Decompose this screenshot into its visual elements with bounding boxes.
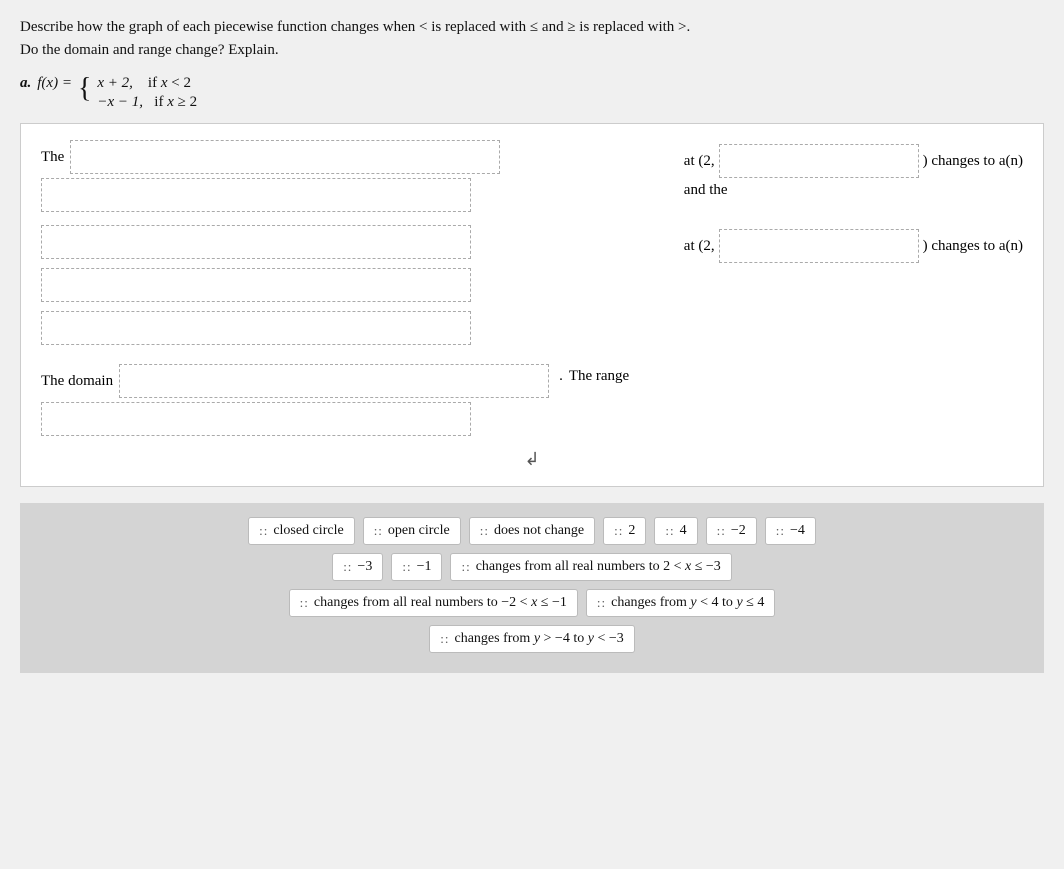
fill-second-box3[interactable]	[41, 311, 471, 345]
fill-second-box2[interactable]	[41, 268, 471, 302]
chip-dots: ::	[343, 559, 352, 575]
chip-changes-allreal-2[interactable]: :: changes from all real numbers to 2 < …	[450, 553, 731, 581]
chip-label: open circle	[388, 523, 450, 539]
chip-label: 2	[628, 523, 635, 539]
chip-neg-one[interactable]: :: −1	[391, 553, 442, 581]
chip-neg-two[interactable]: :: −2	[706, 517, 757, 545]
piece1-expr: x + 2,	[97, 75, 133, 91]
the-label: The	[41, 149, 64, 166]
fill-domain-box[interactable]	[119, 364, 549, 398]
fill-the-box2[interactable]	[41, 178, 471, 212]
at-2b-label: at (2,	[684, 238, 715, 255]
piece1: x + 2, if x < 2	[97, 75, 197, 92]
chip-label: −4	[790, 523, 805, 539]
instruction-line2: Do the domain and range change? Explain.	[20, 39, 1044, 62]
domain-label: The domain	[41, 373, 113, 390]
cursor-indicator: ↲	[41, 449, 1023, 470]
function-name: f(x) =	[37, 75, 72, 92]
chip-dots: ::	[776, 523, 785, 539]
chip-label: changes from all real numbers to −2 < x …	[314, 595, 567, 611]
chip-dots: ::	[665, 523, 674, 539]
chip-dots: ::	[259, 523, 268, 539]
changes-to-an-label: ) changes to a(n)	[923, 153, 1023, 170]
chip-changes-allreal-neg2[interactable]: :: changes from all real numbers to −2 <…	[289, 589, 578, 617]
domain-range-section: The domain . The range	[41, 364, 1023, 441]
chip-label: closed circle	[273, 523, 343, 539]
chip-label: changes from y > −4 to y < −3	[455, 631, 624, 647]
drag-chips-area: :: closed circle :: open circle :: does …	[20, 503, 1044, 673]
chip-dots: ::	[440, 631, 449, 647]
piece1-cond: if x < 2	[148, 75, 191, 91]
page: Describe how the graph of each piecewise…	[0, 0, 1064, 869]
piece2-cond: if x ≥ 2	[154, 94, 197, 110]
chip-label: 4	[680, 523, 687, 539]
piece2-expr: −x − 1,	[97, 94, 143, 110]
chip-changes-y4[interactable]: :: changes from y < 4 to y ≤ 4	[586, 589, 775, 617]
chip-label: does not change	[494, 523, 584, 539]
chip-closed-circle[interactable]: :: closed circle	[248, 517, 355, 545]
drag-row-2: :: −3 :: −1 :: changes from all real num…	[36, 553, 1028, 581]
chip-label: changes from all real numbers to 2 < x ≤…	[476, 559, 721, 575]
fill-at2b-box[interactable]	[719, 229, 919, 263]
chip-changes-y-neg4[interactable]: :: changes from y > −4 to y < −3	[429, 625, 634, 653]
fill-domain-box2[interactable]	[41, 402, 471, 436]
problem-label: a.	[20, 75, 31, 92]
instructions: Describe how the graph of each piecewise…	[20, 16, 1044, 61]
chip-dots: ::	[480, 523, 489, 539]
changes-to-an2-label: ) changes to a(n)	[923, 238, 1023, 255]
at-2-label: at (2,	[684, 153, 715, 170]
chip-four[interactable]: :: 4	[654, 517, 697, 545]
and-the-label: and the	[684, 182, 728, 199]
fill-at2-box[interactable]	[719, 144, 919, 178]
chip-dots: ::	[402, 559, 411, 575]
range-separator: .	[559, 368, 563, 385]
drag-row-4: :: changes from y > −4 to y < −3	[36, 625, 1028, 653]
chip-dots: ::	[717, 523, 726, 539]
instruction-line1: Describe how the graph of each piecewise…	[20, 16, 1044, 39]
range-label: The range	[569, 368, 629, 385]
chip-does-not-change[interactable]: :: does not change	[469, 517, 595, 545]
chip-dots: ::	[300, 595, 309, 611]
chip-label: −1	[417, 559, 432, 575]
chip-two[interactable]: :: 2	[603, 517, 646, 545]
chip-dots: ::	[597, 595, 606, 611]
chip-label: −2	[731, 523, 746, 539]
fill-second-box[interactable]	[41, 225, 471, 259]
main-content-area: The at (2, ) changes to a(n) and the	[20, 123, 1044, 487]
function-definition: a. f(x) = { x + 2, if x < 2 −x − 1, if x…	[20, 75, 1044, 111]
fill-the-box[interactable]	[70, 140, 500, 174]
chip-neg-four[interactable]: :: −4	[765, 517, 816, 545]
chip-dots: ::	[374, 523, 383, 539]
chip-label: changes from y < 4 to y ≤ 4	[611, 595, 764, 611]
chip-dots: ::	[614, 523, 623, 539]
open-brace: {	[78, 75, 91, 103]
piece2: −x − 1, if x ≥ 2	[97, 94, 197, 111]
chip-open-circle[interactable]: :: open circle	[363, 517, 461, 545]
chip-dots: ::	[461, 559, 470, 575]
piecewise-lines: x + 2, if x < 2 −x − 1, if x ≥ 2	[97, 75, 197, 111]
drag-row-3: :: changes from all real numbers to −2 <…	[36, 589, 1028, 617]
drag-row-1: :: closed circle :: open circle :: does …	[36, 517, 1028, 545]
chip-label: −3	[357, 559, 372, 575]
chip-neg-three[interactable]: :: −3	[332, 553, 383, 581]
